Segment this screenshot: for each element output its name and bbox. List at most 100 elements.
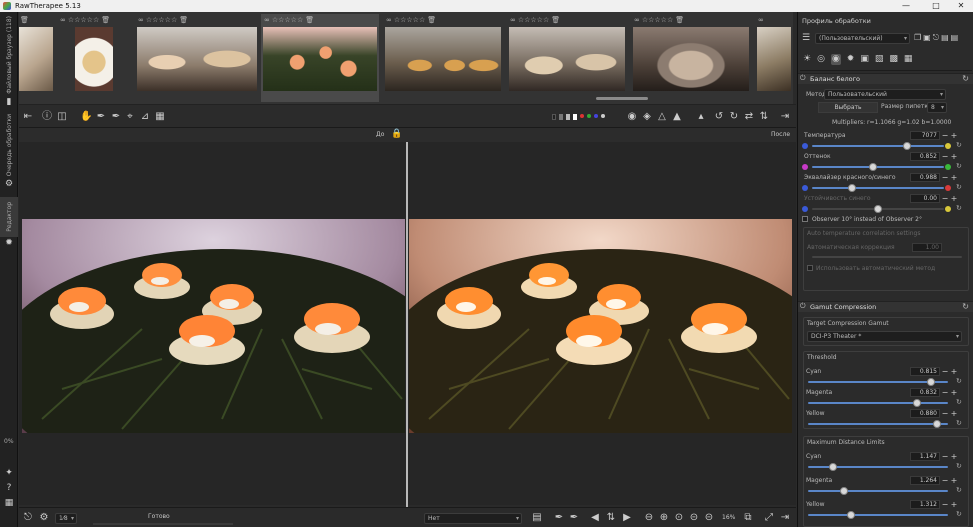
sync-icon[interactable]: ⇅ (605, 512, 617, 524)
distance-value[interactable]: 1.312 (910, 500, 940, 509)
section-gamut-compression[interactable]: ⏻ Gamut Compression ↻ (798, 301, 973, 312)
wb-slider[interactable] (812, 166, 944, 168)
rotate-left-icon[interactable]: ↺ (713, 110, 725, 123)
tab-meta-icon[interactable]: ▦ (904, 54, 913, 65)
decrement-button[interactable]: − (941, 194, 949, 203)
tab-transform-icon[interactable]: ▣ (860, 54, 869, 65)
help-icon[interactable]: ? (3, 483, 15, 494)
wb-method-combo[interactable]: Пользовательский (824, 89, 946, 100)
perspective-icon[interactable]: ▦ (154, 110, 166, 123)
before-image[interactable] (22, 219, 405, 433)
lock-icon[interactable]: 🔒 (391, 129, 402, 139)
save-icon[interactable]: ⎋ (22, 512, 34, 524)
reset-slider-icon[interactable]: ↻ (956, 510, 962, 518)
reset-slider-icon[interactable]: ↻ (956, 204, 962, 212)
tab-advanced-icon[interactable]: ✹ (847, 54, 855, 65)
threshold-slider[interactable] (808, 402, 948, 404)
profile-select[interactable]: (Пользовательский) (815, 33, 910, 44)
fullscreen-toggle-icon[interactable]: ⤢ (763, 512, 775, 524)
threshold-value[interactable]: 0.832 (910, 388, 940, 397)
pipette-size-combo[interactable]: 8 (927, 102, 947, 113)
power-icon[interactable]: ⏻ (800, 74, 806, 83)
histogram-icon[interactable]: ▴ (695, 110, 707, 123)
clip-warning-icon[interactable]: △ (656, 110, 668, 123)
increment-button[interactable]: + (950, 152, 958, 161)
wb-value[interactable]: 7077 (910, 131, 940, 140)
channel-selector[interactable] (552, 114, 605, 120)
increment-button[interactable]: + (950, 367, 958, 376)
increment-button[interactable]: + (950, 500, 958, 509)
fullscreen-icon[interactable]: ▦ (3, 498, 15, 509)
new-window-icon[interactable]: ⧉ (742, 512, 754, 524)
reset-slider-icon[interactable]: ↻ (956, 183, 962, 191)
threshold-value[interactable]: 0.880 (910, 409, 940, 418)
observer-checkbox[interactable] (802, 216, 808, 222)
trash-icon[interactable]: 🗑 (179, 16, 188, 24)
tab-local-icon[interactable]: ▩ (889, 54, 898, 65)
hide-panels-icon[interactable]: ⇥ (779, 512, 791, 524)
zoom-fit-crop-icon[interactable]: ⊝ (703, 512, 715, 524)
increment-button[interactable]: + (950, 173, 958, 182)
reset-slider-icon[interactable]: ↻ (956, 419, 962, 427)
tab-file-browser[interactable]: Файловый браузер (118) (0, 14, 18, 96)
tab-exposure-icon[interactable]: ☀ (803, 54, 811, 65)
trash-icon[interactable]: 🗑 (101, 16, 110, 24)
distance-slider[interactable] (808, 490, 948, 492)
filmstrip-scrollbar[interactable] (596, 97, 648, 100)
wb-slider-knob[interactable] (874, 205, 882, 213)
wb-slider[interactable] (812, 145, 944, 147)
focus-mask-icon[interactable]: ◉ (626, 110, 638, 123)
distance-value[interactable]: 1.147 (910, 452, 940, 461)
decrement-button[interactable]: − (941, 173, 949, 182)
minimize-button[interactable]: — (893, 0, 919, 12)
rotate-right-icon[interactable]: ↻ (728, 110, 740, 123)
reset-icon[interactable]: ↻ (962, 302, 969, 311)
wb-slider-knob[interactable] (903, 142, 912, 150)
threshold-slider[interactable] (808, 423, 948, 425)
decrement-button[interactable]: − (941, 476, 949, 485)
wb-pick-button[interactable]: Выбрать (818, 102, 878, 113)
info-icon[interactable]: ⓘ (41, 110, 53, 123)
tab-details-icon[interactable]: ◎ (817, 54, 825, 65)
target-gamut-combo[interactable]: DCI-P3 Theater * (807, 331, 962, 342)
paste-profile-icon[interactable]: ▤ (941, 33, 949, 43)
tab-raw-icon[interactable]: ▧ (875, 54, 884, 65)
reset-slider-icon[interactable]: ↻ (956, 162, 962, 170)
straighten-icon[interactable]: ⊿ (139, 110, 151, 123)
color-picker-add-icon[interactable]: ✒ (553, 512, 565, 524)
aperture-icon[interactable]: ✹ (3, 238, 15, 249)
wb-slider-knob[interactable] (847, 184, 856, 192)
trash-icon[interactable]: 🗑 (20, 16, 29, 24)
profile-list-icon[interactable]: ☰ (802, 33, 812, 43)
rating-stars[interactable]: ☆☆☆☆☆ (394, 16, 425, 24)
soft-proof-icon[interactable]: ◈ (641, 110, 653, 123)
wb-value[interactable]: 0.988 (910, 173, 940, 182)
threshold-value[interactable]: 0.815 (910, 367, 940, 376)
wb-value[interactable]: 0.852 (910, 152, 940, 161)
preview-sampling-combo[interactable]: 1⁄8 (55, 513, 77, 524)
reset-slider-icon[interactable]: ↻ (956, 398, 962, 406)
increment-button[interactable]: + (950, 131, 958, 140)
flip-horizontal-icon[interactable]: ⇄ (743, 110, 755, 123)
rating-stars[interactable]: ☆☆☆☆☆ (518, 16, 549, 24)
thumbnail-3[interactable]: ∞ ☆☆☆☆☆ 🗑 (135, 14, 259, 102)
reset-slider-icon[interactable]: ↻ (956, 141, 962, 149)
decrement-button[interactable]: − (941, 388, 949, 397)
increment-button[interactable]: + (950, 452, 958, 461)
decrement-button[interactable]: − (941, 131, 949, 140)
reset-slider-icon[interactable]: ↻ (956, 377, 962, 385)
wb-value[interactable]: 0.00 (910, 194, 940, 203)
preferences-icon[interactable]: ✦ (3, 468, 15, 479)
increment-button[interactable]: + (950, 476, 958, 485)
trash-icon[interactable]: 🗑 (305, 16, 314, 24)
copy-profile-icon[interactable]: ❐ (914, 33, 921, 43)
maximize-button[interactable]: □ (923, 0, 949, 12)
next-image-icon[interactable]: ▶ (621, 512, 633, 524)
trash-icon[interactable]: 🗑 (675, 16, 684, 24)
thumbnail-1[interactable]: 🗑 (17, 14, 55, 102)
reset-icon[interactable]: ↻ (962, 74, 969, 83)
folder-icon[interactable]: ▮ (3, 97, 15, 108)
trash-icon[interactable]: 🗑 (427, 16, 436, 24)
decrement-button[interactable]: − (941, 367, 949, 376)
hide-toolpanel-icon[interactable]: ⇥ (779, 110, 791, 123)
